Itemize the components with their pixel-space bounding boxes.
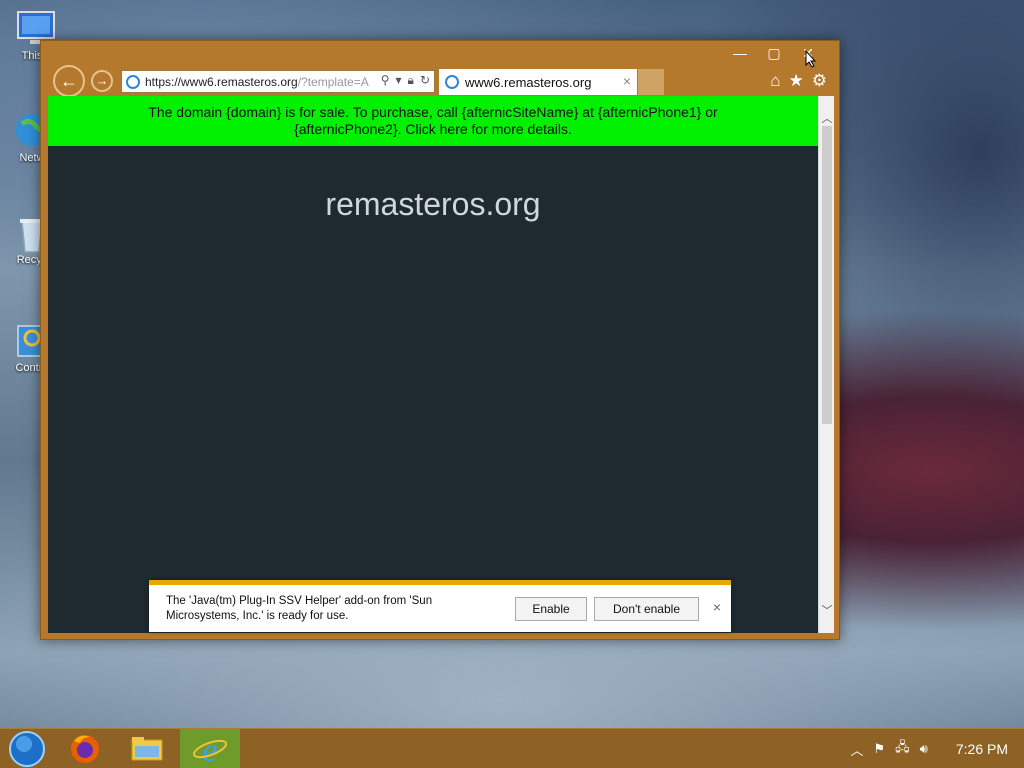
svg-text:e: e: [202, 732, 217, 768]
notification-line2: Microsystems, Inc.' is ready for use.: [166, 610, 349, 622]
taskbar-internet-explorer[interactable]: e: [180, 729, 240, 768]
notification-message: The 'Java(tm) Plug-In SSV Helper' add-on…: [166, 594, 496, 624]
notification-line1: The 'Java(tm) Plug-In SSV Helper' add-on…: [166, 595, 433, 607]
action-center-flag-icon[interactable]: ⚑: [874, 741, 886, 757]
banner-text-line2: {afternicPhone2}. Click here for more de…: [294, 121, 572, 137]
addon-notification-bar: The 'Java(tm) Plug-In SSV Helper' add-on…: [149, 580, 731, 632]
url-path: /?template=A: [297, 74, 369, 89]
search-icon[interactable]: ⚲: [381, 73, 390, 88]
refresh-icon[interactable]: ↻: [420, 73, 430, 88]
minimize-button[interactable]: —: [723, 43, 757, 63]
url-host: https://www6.remasteros.org: [145, 74, 298, 89]
back-button[interactable]: ←: [53, 65, 85, 97]
taskbar: e ︿ ⚑ 🖧︎ 🔊︎ 7:26 PM: [0, 728, 1024, 768]
browser-window: — ▢ ✕ ← → https://www6.remasteros.org/?t…: [40, 40, 840, 640]
enable-button[interactable]: Enable: [515, 597, 587, 621]
internet-explorer-icon: e: [192, 732, 228, 768]
tab-active[interactable]: www6.remasteros.org ×: [439, 69, 637, 95]
forward-arrow-icon: →: [95, 73, 109, 88]
tab-title: www6.remasteros.org: [465, 74, 592, 90]
firefox-icon: [71, 735, 99, 763]
scroll-down-icon[interactable]: ﹀: [819, 602, 835, 618]
banner-text-line1: The domain {domain} is for sale. To purc…: [148, 104, 718, 120]
vertical-scrollbar[interactable]: ︿ ﹀: [818, 96, 834, 633]
clock[interactable]: 7:26 PM: [956, 741, 1008, 757]
taskbar-firefox[interactable]: [57, 729, 113, 768]
tab-close-button[interactable]: ×: [623, 73, 631, 89]
favorites-icon[interactable]: ★: [789, 71, 804, 91]
volume-icon[interactable]: 🔊︎: [920, 741, 928, 757]
site-title[interactable]: remasteros.org: [48, 186, 818, 223]
new-tab-button[interactable]: [638, 69, 664, 95]
ie-page-icon: [126, 74, 140, 89]
start-button[interactable]: [0, 729, 56, 768]
dont-enable-button[interactable]: Don't enable: [594, 597, 699, 621]
notification-close-button[interactable]: ×: [713, 599, 721, 615]
forward-button[interactable]: →: [91, 70, 113, 92]
home-icon[interactable]: ⌂: [770, 71, 780, 91]
scroll-up-icon[interactable]: ︿: [819, 110, 835, 126]
address-tools: ⚲ ▾ 🔒︎ ↻: [376, 73, 430, 88]
folder-icon: [131, 737, 163, 761]
browser-toolbar: ⌂ ★ ⚙: [770, 71, 827, 91]
mouse-cursor-icon: [805, 50, 817, 68]
maximize-button[interactable]: ▢: [757, 43, 791, 63]
taskbar-file-explorer[interactable]: [119, 729, 175, 768]
page-content: The domain {domain} is for sale. To purc…: [48, 96, 818, 633]
network-status-icon[interactable]: 🖧︎: [895, 738, 910, 760]
system-tray: ︿ ⚑ 🖧︎ 🔊︎ 7:26 PM: [850, 729, 1008, 768]
lock-icon[interactable]: 🔒︎: [408, 73, 414, 88]
ie-tab-icon: [445, 75, 459, 89]
scroll-thumb[interactable]: [822, 126, 832, 424]
show-hidden-icons-icon[interactable]: ︿: [850, 740, 863, 759]
back-arrow-icon: ←: [60, 71, 78, 91]
tools-gear-icon[interactable]: ⚙: [812, 71, 827, 91]
domain-sale-banner[interactable]: The domain {domain} is for sale. To purc…: [48, 96, 818, 146]
dropdown-icon[interactable]: ▾: [396, 73, 402, 88]
address-bar[interactable]: https://www6.remasteros.org/?template=A …: [121, 70, 435, 93]
start-orb-icon: [9, 731, 45, 767]
